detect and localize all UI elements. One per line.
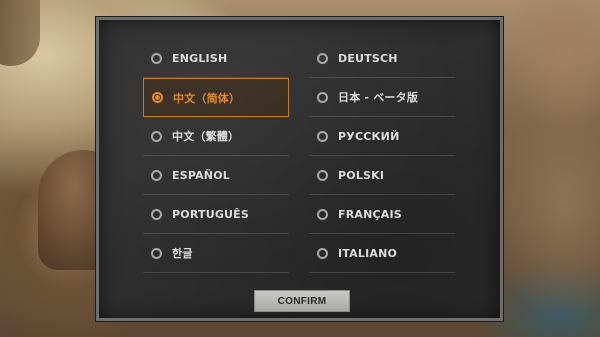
language-option-spanish[interactable]: ESPAÑOL: [143, 156, 289, 195]
radio-button-icon[interactable]: [317, 130, 328, 142]
language-option-japanese-beta[interactable]: 日本 - ベータ版: [309, 78, 455, 117]
language-label: ESPAÑOL: [172, 168, 230, 182]
language-option-italian[interactable]: ITALIANO: [309, 234, 455, 273]
radio-button-icon[interactable]: [317, 52, 328, 64]
language-selection-dialog: ENGLISH DEUTSCH 中文（简体） 日本 - ベータ版 中文（繁體） …: [96, 17, 503, 321]
language-options-grid: ENGLISH DEUTSCH 中文（简体） 日本 - ベータ版 中文（繁體） …: [143, 39, 455, 273]
language-option-chinese-simplified[interactable]: 中文（简体）: [143, 78, 289, 117]
language-option-english[interactable]: ENGLISH: [143, 39, 289, 78]
radio-button-icon[interactable]: [317, 169, 328, 181]
language-label: 한글: [172, 247, 193, 260]
language-option-portuguese[interactable]: PORTUGUÊS: [143, 195, 289, 234]
confirm-button[interactable]: CONFIRM: [254, 290, 350, 312]
radio-button-icon[interactable]: [317, 91, 328, 103]
language-label: ENGLISH: [172, 51, 228, 65]
radio-button-icon[interactable]: [317, 208, 328, 220]
language-label: PORTUGUÊS: [172, 207, 250, 221]
language-label: РУССКИЙ: [338, 129, 400, 143]
radio-button-icon[interactable]: [151, 52, 162, 64]
radio-button-icon[interactable]: [317, 247, 328, 259]
language-label: FRANÇAIS: [338, 207, 402, 221]
language-option-russian[interactable]: РУССКИЙ: [309, 117, 455, 156]
language-label: DEUTSCH: [338, 51, 398, 65]
language-label: 中文（繁體）: [172, 130, 240, 143]
radio-button-icon[interactable]: [151, 208, 162, 220]
radio-button-icon[interactable]: [151, 169, 162, 181]
radio-button-icon[interactable]: [151, 247, 162, 259]
language-option-chinese-traditional[interactable]: 中文（繁體）: [143, 117, 289, 156]
language-label: POLSKI: [338, 168, 385, 182]
radio-button-icon[interactable]: [151, 130, 162, 142]
language-label: ITALIANO: [338, 246, 398, 260]
language-label: 日本 - ベータ版: [338, 91, 419, 104]
language-option-korean[interactable]: 한글: [143, 234, 289, 273]
language-option-french[interactable]: FRANÇAIS: [309, 195, 455, 234]
language-option-polish[interactable]: POLSKI: [309, 156, 455, 195]
language-option-deutsch[interactable]: DEUTSCH: [309, 39, 455, 78]
language-label: 中文（简体）: [173, 91, 241, 105]
radio-button-selected-icon[interactable]: [152, 92, 163, 103]
